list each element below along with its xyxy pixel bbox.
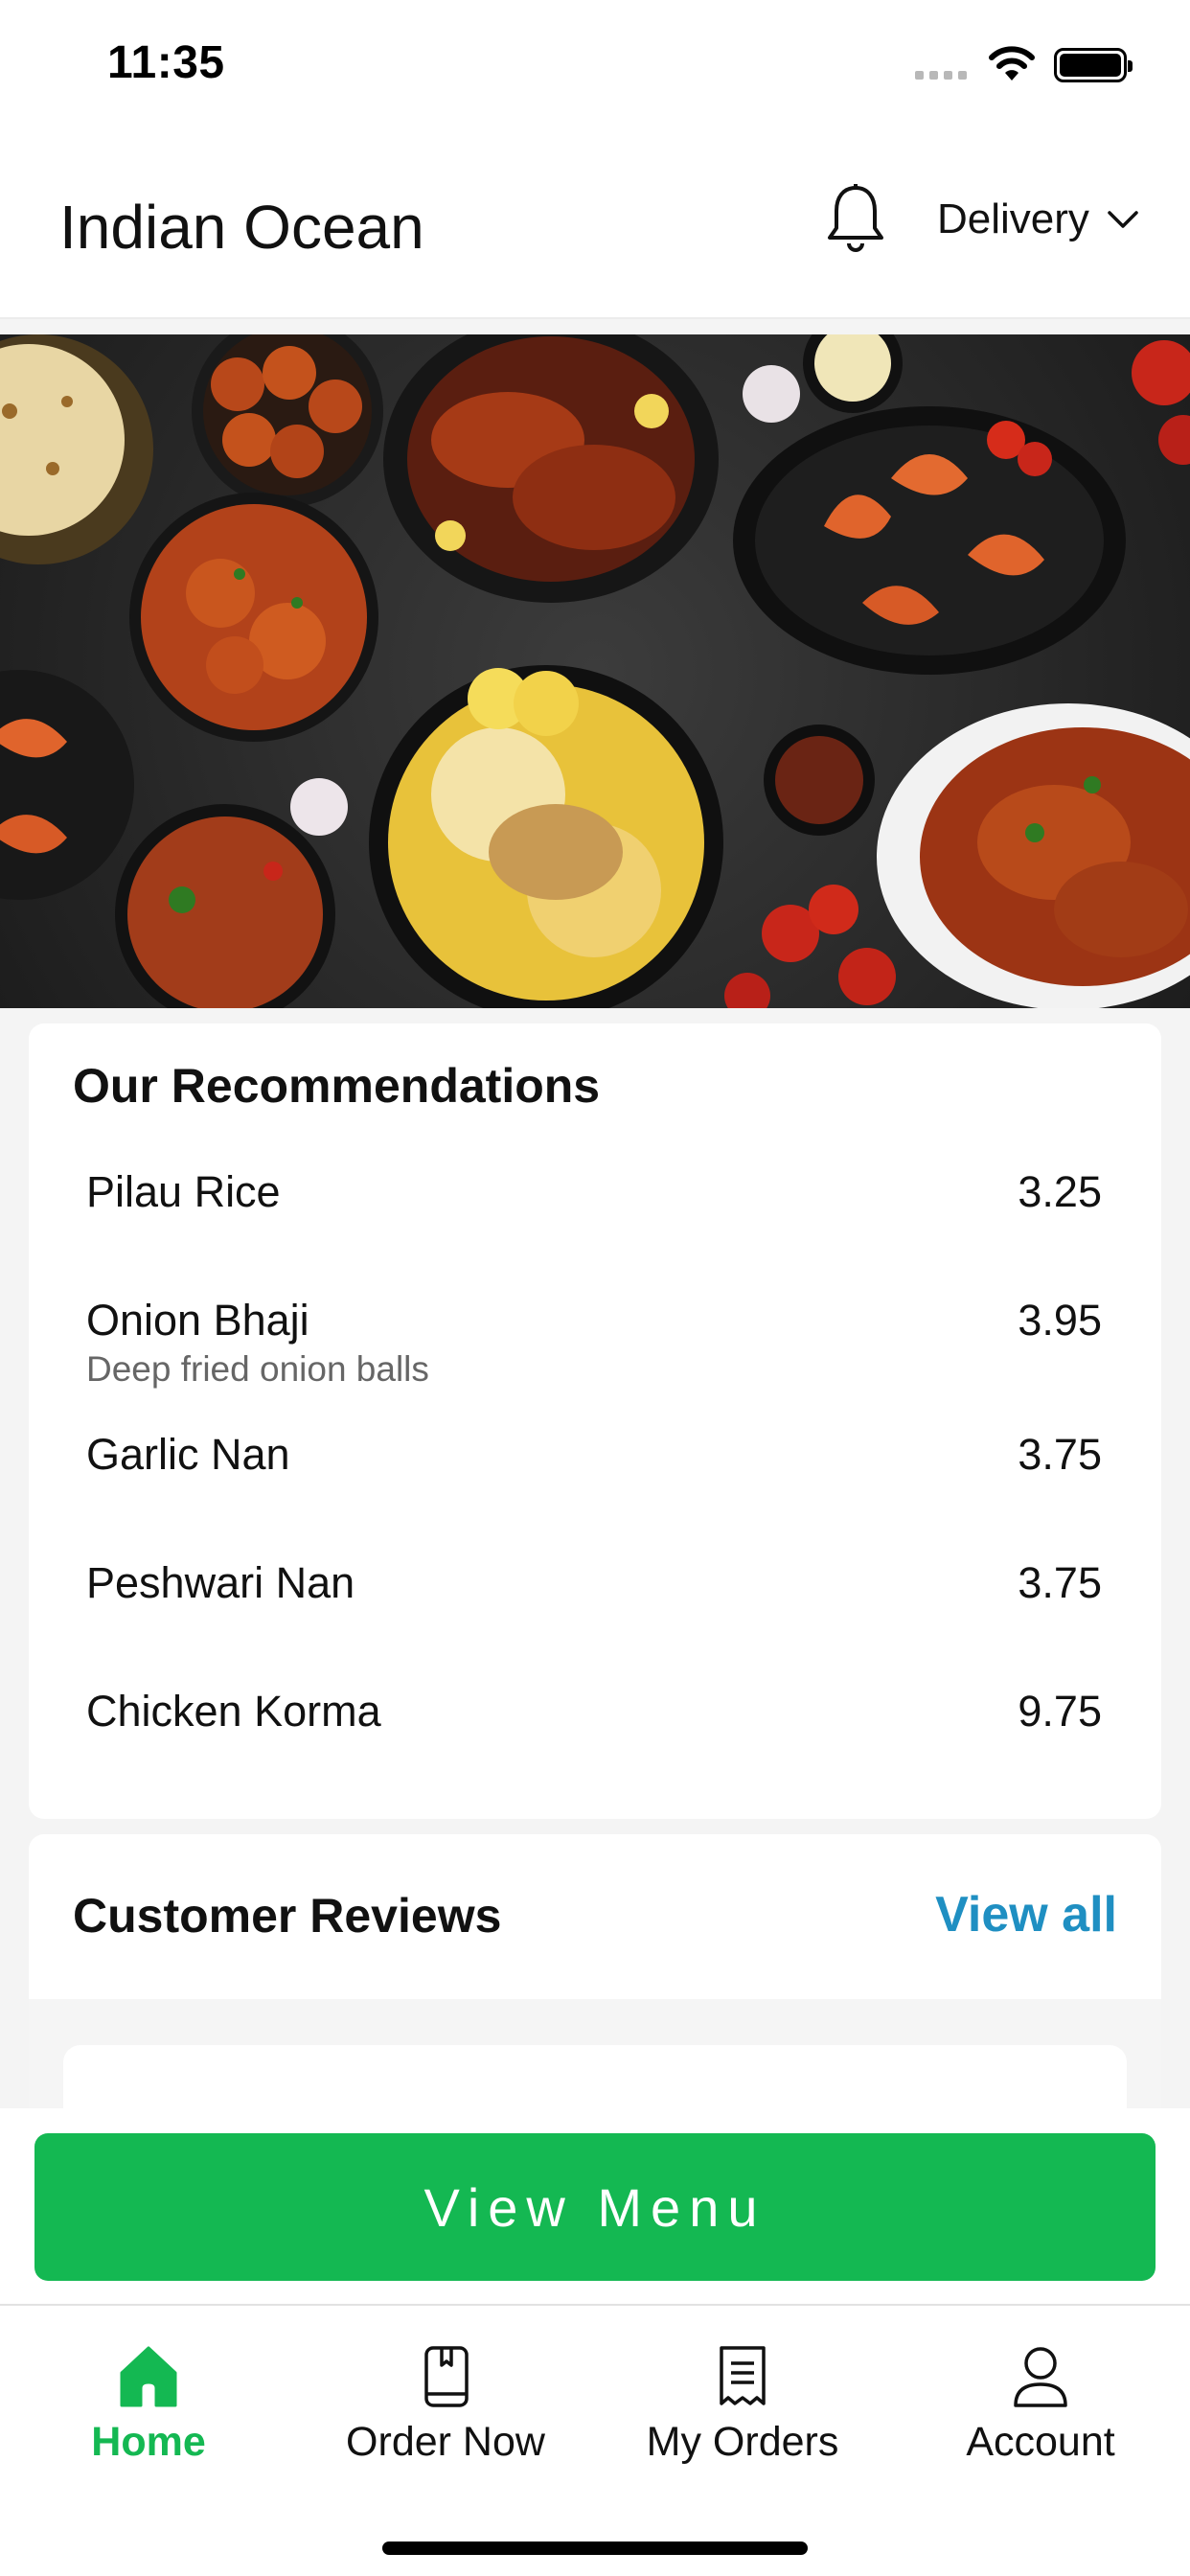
item-name: Onion Bhaji: [86, 1296, 309, 1345]
item-price: 3.25: [1018, 1167, 1102, 1216]
order-book-icon: [424, 2346, 469, 2407]
restaurant-name: Indian Ocean: [59, 193, 424, 262]
item-description: Deep fried onion balls: [86, 1349, 429, 1389]
tab-label: Home: [91, 2419, 206, 2465]
cellular-signal-icon: [915, 71, 967, 80]
recommendations-title: Our Recommendations: [73, 1059, 601, 1113]
user-icon: [1014, 2347, 1067, 2407]
order-mode-dropdown[interactable]: Delivery: [937, 196, 1139, 243]
recommendation-item[interactable]: Pilau Rice 3.25: [86, 1167, 1102, 1263]
item-name: Peshwari Nan: [86, 1558, 355, 1607]
home-icon: [120, 2346, 177, 2407]
item-price: 3.75: [1018, 1430, 1102, 1479]
status-bar: 11:35: [0, 0, 1190, 134]
app-header: Indian Ocean Delivery: [0, 134, 1190, 319]
reviews-title: Customer Reviews: [73, 1889, 502, 1943]
tab-label: My Orders: [646, 2419, 839, 2465]
bottom-tab-bar: Home Order Now My Orders Account: [0, 2304, 1190, 2576]
cta-area: View Menu: [0, 2108, 1190, 2304]
bell-icon[interactable]: [822, 182, 889, 259]
reviews-list[interactable]: [29, 1999, 1161, 2122]
view-all-reviews-link[interactable]: View all: [935, 1886, 1117, 1944]
recommendation-item[interactable]: Chicken Korma 9.75: [86, 1687, 1102, 1782]
item-name: Chicken Korma: [86, 1687, 381, 1736]
status-time: 11:35: [107, 37, 225, 88]
item-price: 3.95: [1018, 1296, 1102, 1345]
chevron-down-icon: [1108, 211, 1138, 228]
recommendations-card: Our Recommendations Pilau Rice 3.25 Onio…: [29, 1024, 1161, 1819]
item-name: Pilau Rice: [86, 1167, 281, 1216]
item-price: 9.75: [1018, 1687, 1102, 1736]
tab-order-now[interactable]: Order Now: [321, 2344, 570, 2497]
wifi-icon: [989, 46, 1035, 80]
tab-label: Account: [966, 2419, 1115, 2465]
recommendation-item[interactable]: Garlic Nan 3.75: [86, 1430, 1102, 1526]
food-spread-illustration: [0, 334, 1190, 1008]
home-indicator[interactable]: [382, 2542, 808, 2555]
order-mode-label: Delivery: [937, 196, 1089, 242]
recommendation-item[interactable]: Onion Bhaji Deep fried onion balls 3.95: [86, 1296, 1102, 1392]
battery-icon: [1054, 48, 1133, 82]
customer-reviews-card: Customer Reviews View all: [29, 1834, 1161, 2122]
recommendation-item[interactable]: Peshwari Nan 3.75: [86, 1558, 1102, 1654]
receipt-icon: [720, 2346, 766, 2405]
tab-my-orders[interactable]: My Orders: [618, 2344, 867, 2497]
hero-food-image: [0, 334, 1190, 1008]
view-menu-button[interactable]: View Menu: [34, 2133, 1156, 2281]
tab-account[interactable]: Account: [916, 2344, 1165, 2497]
item-price: 3.75: [1018, 1558, 1102, 1607]
tab-home[interactable]: Home: [24, 2344, 273, 2497]
tab-label: Order Now: [346, 2419, 545, 2465]
item-name: Garlic Nan: [86, 1430, 290, 1479]
